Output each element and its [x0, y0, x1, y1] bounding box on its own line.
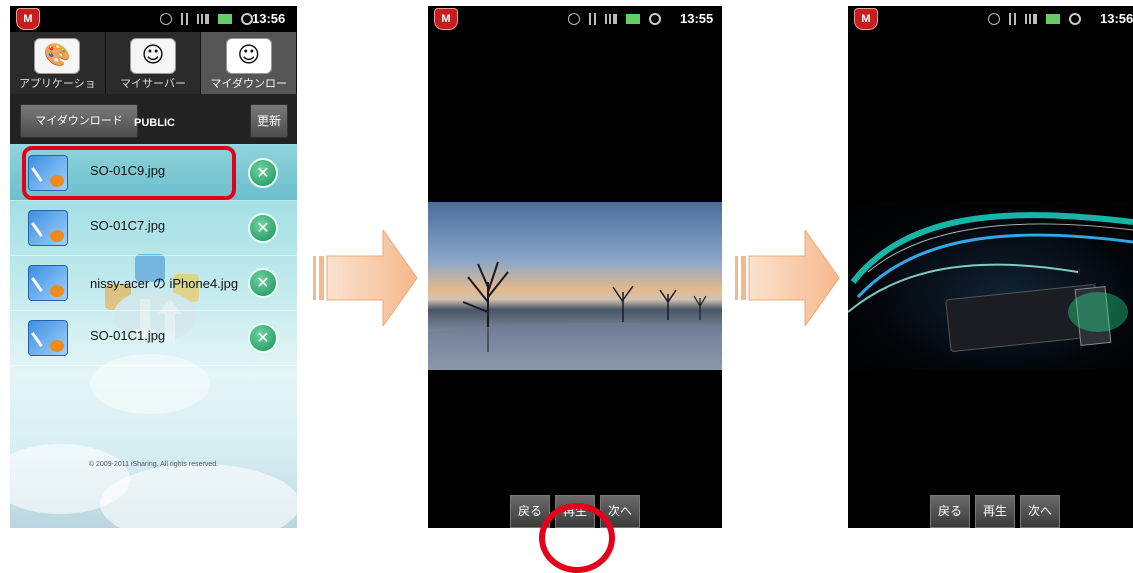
signal-icon: [605, 14, 617, 24]
smiley-icon: ☺: [130, 38, 176, 74]
delete-icon[interactable]: ✕: [248, 268, 278, 298]
tab-label: アプリケーショ: [18, 77, 96, 90]
tab-my-server[interactable]: ☺ マイサーバー: [106, 32, 202, 94]
delete-icon[interactable]: ✕: [248, 158, 278, 188]
image-file-icon: [28, 320, 68, 356]
sync-icon: [988, 13, 1000, 25]
toolbar: マイダウンロード PUBLIC 更新: [10, 94, 297, 144]
image-file-icon: [28, 210, 68, 246]
file-list: SO-01C9.jpg ✕ SO-01C7.jpg ✕ nissy-acer の…: [10, 144, 297, 528]
landscape-photo: [428, 202, 722, 370]
tab-applications[interactable]: 🎨 アプリケーショ: [10, 32, 106, 94]
my-downloads-button[interactable]: マイダウンロード: [20, 104, 138, 138]
refresh-button[interactable]: 更新: [250, 104, 288, 138]
tree-silhouettes: [428, 261, 722, 370]
light-trail-graphic: [848, 212, 1133, 352]
play-button[interactable]: 再生: [975, 495, 1015, 528]
signal-icon: [197, 14, 209, 24]
status-bar: M 13:56: [848, 6, 1133, 32]
file-name: SO-01C7.jpg: [90, 218, 166, 233]
status-time: 13:56: [1100, 11, 1133, 26]
file-list-screen: M 13:56 🎨 アプリケーショ ☺ マイサーバー ☺ マイダウンロー マイダ…: [10, 6, 297, 528]
copyright-text: © 2009-2011 iSharing. All rights reserve…: [88, 461, 219, 468]
status-time: 13:55: [680, 11, 714, 26]
folder-label: PUBLIC: [134, 117, 175, 129]
alarm-icon: [649, 13, 661, 25]
battery-icon: [1046, 14, 1060, 24]
list-item[interactable]: nissy-acer の iPhone4.jpg ✕: [10, 256, 297, 311]
status-icons: [568, 12, 661, 26]
smiley-network-icon: ☺: [225, 38, 272, 74]
play-highlight-circle: [539, 503, 615, 573]
list-item[interactable]: SO-01C1.jpg ✕: [10, 311, 297, 366]
list-item[interactable]: SO-01C7.jpg ✕: [10, 201, 297, 256]
tab-bar: 🎨 アプリケーショ ☺ マイサーバー ☺ マイダウンロー: [10, 32, 297, 94]
tab-label: マイダウンロー: [210, 77, 287, 90]
arrow-right-icon: [313, 230, 418, 326]
cloud-decoration: [100, 464, 297, 528]
mcafee-icon: M: [434, 8, 458, 30]
mcafee-icon: M: [16, 8, 40, 30]
alarm-icon: [1069, 13, 1081, 25]
sync-icon: [160, 13, 172, 25]
usb-icon: [1009, 13, 1016, 25]
file-name: nissy-acer の iPhone4.jpg: [90, 276, 239, 291]
battery-icon: [626, 14, 640, 24]
sync-icon: [568, 13, 580, 25]
usb-icon: [589, 13, 596, 25]
delete-icon[interactable]: ✕: [248, 213, 278, 243]
status-bar: M 13:56: [10, 6, 297, 32]
tab-label: マイサーバー: [120, 77, 186, 90]
signal-icon: [1025, 14, 1037, 24]
status-bar: M 13:55: [428, 6, 722, 32]
tab-my-downloads[interactable]: ☺ マイダウンロー: [201, 32, 297, 94]
delete-icon[interactable]: ✕: [248, 323, 278, 353]
status-icons: [160, 12, 253, 26]
status-icons: [988, 12, 1081, 26]
file-name: SO-01C1.jpg: [90, 328, 166, 343]
status-time: 13:56: [252, 11, 286, 26]
back-button[interactable]: 戻る: [930, 495, 970, 528]
arrow-right-icon: [735, 230, 840, 326]
mcafee-icon: M: [854, 8, 878, 30]
palette-icon: 🎨: [34, 38, 81, 74]
product-photo: [848, 202, 1133, 370]
image-file-icon: [28, 265, 68, 301]
next-button[interactable]: 次へ: [1020, 495, 1060, 528]
image-viewer-screen: M 13:55 戻る 再生 次へ: [428, 6, 722, 528]
battery-icon: [218, 14, 232, 24]
usb-icon: [181, 13, 188, 25]
slideshow-screen: M 13:56 戻る 再生 次へ: [848, 6, 1133, 528]
selection-highlight: [22, 146, 236, 200]
